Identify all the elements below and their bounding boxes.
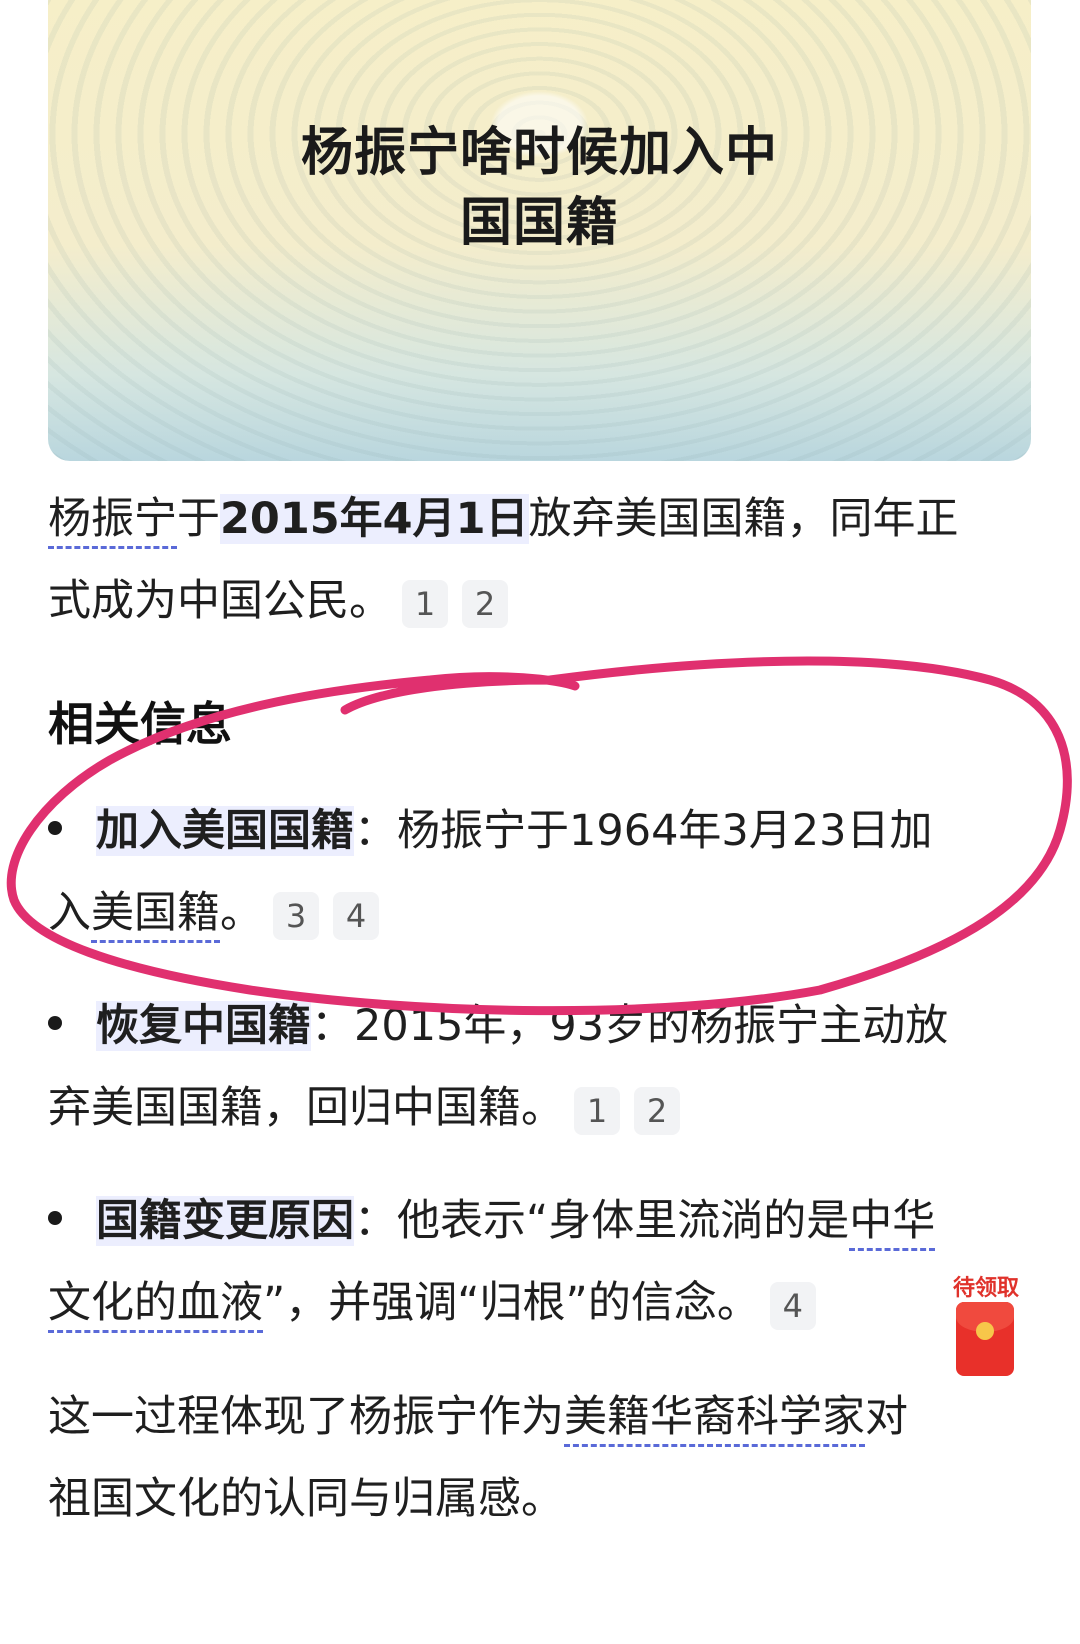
- bullet-icon: [48, 1210, 62, 1225]
- related-text: 他表示“身体里流淌的是: [397, 1196, 850, 1246]
- answer-paragraph: 杨振宁于2015年4月1日放弃美国国籍，同年正 式成为中国公民。 1 2: [48, 478, 1033, 642]
- related-item-1: 加入美国国籍：杨振宁于1964年3月23日加 入美国籍。 3 4: [48, 790, 1033, 954]
- related-text: 入: [48, 888, 91, 938]
- red-packet-label: 待领取: [952, 1276, 1019, 1301]
- red-packet-widget[interactable]: 待领取: [950, 1270, 1020, 1380]
- related-item-2: 恢复中国籍：2015年，93岁的杨振宁主动放 弃美国国籍，回归中国籍。 1 2: [48, 985, 1033, 1149]
- colon: ：: [354, 1196, 397, 1246]
- bullet-icon: [48, 820, 62, 835]
- related-term[interactable]: 加入美国国籍: [96, 806, 354, 856]
- citation-badge[interactable]: 4: [769, 1281, 816, 1330]
- colon: ：: [311, 1001, 354, 1051]
- related-item-3: 国籍变更原因：他表示“身体里流淌的是中华 文化的血液”，并强调“归根”的信念。 4: [48, 1180, 1033, 1344]
- colon: ：: [354, 806, 397, 856]
- entity-link-name[interactable]: 杨振宁: [48, 494, 177, 549]
- answer-text-1: 放弃美国国籍，同年正: [528, 494, 959, 544]
- hero-title-line-2: 国国籍: [459, 193, 619, 253]
- answer-text: 于: [177, 494, 220, 544]
- citation-badge[interactable]: 1: [402, 579, 448, 628]
- related-text: ”，并强调“归根”的信念。: [263, 1278, 760, 1328]
- related-text: 2015年，93岁的杨振宁主动放: [354, 1001, 949, 1051]
- conclusion-text: 祖国文化的认同与归属感。: [48, 1474, 564, 1524]
- entity-link[interactable]: 美籍华裔科学家: [564, 1392, 865, 1447]
- red-envelope-icon: [956, 1302, 1014, 1376]
- related-text: 。: [220, 888, 263, 938]
- hero-title: 杨振宁啥时候加入中 国国籍: [48, 118, 1031, 258]
- citation-badge[interactable]: 2: [634, 1086, 680, 1135]
- hero-image[interactable]: 杨振宁啥时候加入中 国国籍: [48, 0, 1031, 461]
- conclusion-text: 对: [865, 1392, 908, 1442]
- citation-badge[interactable]: 4: [333, 891, 379, 940]
- hero-title-line-1: 杨振宁啥时候加入中: [300, 123, 778, 183]
- entity-link[interactable]: 文化的血液: [48, 1278, 263, 1333]
- conclusion-text: 这一过程体现了杨振宁作为: [48, 1392, 564, 1442]
- citation-badge[interactable]: 2: [462, 579, 508, 628]
- related-term[interactable]: 恢复中国籍: [96, 1001, 311, 1051]
- entity-link[interactable]: 美国籍: [91, 888, 220, 943]
- citation-badge[interactable]: 3: [273, 891, 319, 940]
- answer-date-highlight: 2015年4月1日: [220, 494, 529, 544]
- envelope-seal-icon: [976, 1322, 994, 1340]
- related-info-heading: 相关信息: [48, 697, 232, 751]
- related-text: 杨振宁于1964年3月23日加: [397, 806, 933, 856]
- entity-link[interactable]: 中华: [849, 1196, 936, 1251]
- related-term[interactable]: 国籍变更原因: [96, 1196, 354, 1246]
- conclusion-paragraph: 这一过程体现了杨振宁作为美籍华裔科学家对 祖国文化的认同与归属感。: [48, 1376, 1033, 1540]
- related-text: 弃美国国籍，回归中国籍。: [48, 1083, 564, 1133]
- bullet-icon: [48, 1015, 62, 1030]
- citation-badge[interactable]: 1: [574, 1086, 620, 1135]
- answer-text-2: 式成为中国公民。: [48, 576, 392, 626]
